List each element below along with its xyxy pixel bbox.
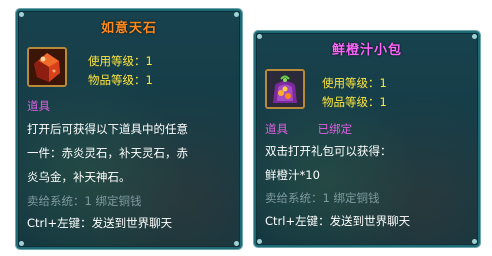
use-level: 使用等级：1 [322,76,387,90]
description-line: 鲜橙汁*10 [265,168,320,182]
description-line: 双击打开礼包可以获得： [265,144,392,158]
chat-link-hint: Ctrl+左键：发送到世界聊天 [265,214,411,228]
corner-ornament [234,241,239,246]
category-row: 道具 已绑定 [265,121,352,137]
sell-price: 卖给系统：1 绑定铜钱 [27,194,142,208]
item-level: 物品等级：1 [322,95,387,109]
red-stone-icon [27,47,67,87]
item-title: 鲜橙汁小包 [331,43,402,58]
description-line: 炎乌金，补天神石。 [27,170,131,184]
chat-link-hint: Ctrl+左键：发送到世界聊天 [27,216,173,230]
description-line: 一件：赤炎灵石，补天灵石，赤 [27,146,188,160]
item-level: 物品等级：1 [88,73,153,87]
corner-ornament [19,241,24,246]
item-tooltip-orange-juice-pack: 鲜橙汁小包 使用等级：1 物品等级：1 道具 已绑定 双击打开礼包可以获得： 鲜… [254,31,480,247]
corner-ornament [257,239,262,244]
description-line: 打开后可获得以下道具中的任意 [27,122,188,136]
gift-bag-icon [265,69,305,109]
use-level: 使用等级：1 [88,54,153,68]
item-category: 道具 [265,122,288,136]
corner-ornament [472,239,477,244]
item-tooltip-ruyi-stone: 如意天石 使用等级：1 物品等级：1 道具 打开后可获得以下道具中的任意 一件：… [16,9,242,249]
bound-status: 已绑定 [317,122,353,136]
sell-price: 卖给系统：1 绑定铜钱 [265,191,380,205]
item-title: 如意天石 [100,21,157,36]
item-category: 道具 [27,99,50,113]
